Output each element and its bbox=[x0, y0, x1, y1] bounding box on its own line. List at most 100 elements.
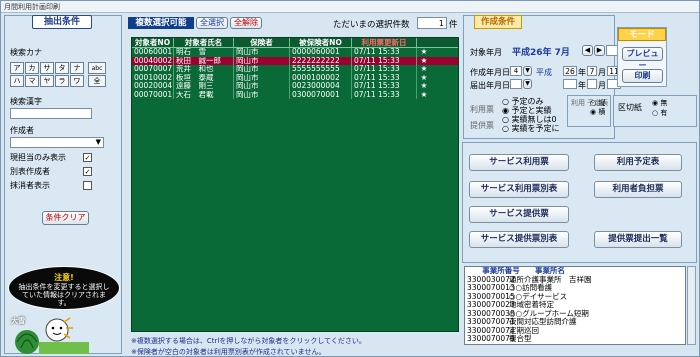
kanji-input[interactable] bbox=[10, 108, 92, 119]
col-insurer[interactable]: 保険者 bbox=[234, 38, 290, 47]
cell-updated: 07/11 15:33 bbox=[352, 82, 417, 91]
provider-list-body: 3300030072 通所介護事業所 吉祥園 3300070013 ○○訪問看護 330… bbox=[465, 275, 685, 344]
cell-insurer: 岡山市 bbox=[234, 82, 290, 91]
recipient-table[interactable]: 対象者NO 対象者氏名 保険者 被保険者NO 利用票更新日 00060001 明石… bbox=[131, 37, 459, 332]
show-deleted-checkbox[interactable] bbox=[83, 181, 92, 190]
cell-id: 00040002 bbox=[134, 56, 174, 65]
filed-date-label: 届出年月日 bbox=[470, 81, 510, 90]
chevron-down-icon: ▼ bbox=[525, 80, 530, 87]
mode-title: モード bbox=[618, 28, 666, 41]
creator-select[interactable]: ▼ bbox=[10, 137, 104, 148]
created-month[interactable]: 7 bbox=[587, 66, 597, 76]
kana-button-sa[interactable]: サ bbox=[40, 62, 54, 74]
table-row[interactable]: 00040002 秋田 誠一郎 岡山市 2222222222 07/11 15:33 ★ bbox=[132, 56, 458, 65]
provider-list[interactable]: 事業所番号 事業所名 3300030072 通所介護事業所 吉祥園 33000700… bbox=[464, 266, 686, 345]
provision-form-button[interactable]: サービス提供票 bbox=[469, 206, 569, 223]
show-deleted-label: 抹消者表示 bbox=[10, 181, 50, 190]
era-dropdown[interactable]: ▼ bbox=[523, 66, 532, 76]
cell-name: 明石 雪 bbox=[174, 48, 234, 57]
cell-updated: 07/11 15:33 bbox=[352, 48, 417, 57]
table-row[interactable]: 00070007 荒井 和也 岡山市 5555555555 07/11 15:33 ★ bbox=[132, 65, 458, 74]
arrow-left-icon: ◀ bbox=[584, 46, 591, 54]
current-only-checkbox[interactable]: ✓ bbox=[83, 153, 92, 162]
option-actual-to-plan[interactable]: ○ 実績を予定に bbox=[502, 123, 560, 134]
separator-yes[interactable]: ○ 有 bbox=[652, 108, 667, 118]
provision-list-button[interactable]: 提供票提出一覧 bbox=[594, 231, 682, 248]
provision-annex-button[interactable]: サービス提供票別表 bbox=[469, 231, 569, 248]
target-month-value: 平成26年 7月 bbox=[512, 48, 570, 58]
separator-none[interactable]: ◉ 無 bbox=[652, 98, 667, 108]
cell-insured-no: 0300070001 bbox=[290, 90, 352, 99]
provider-list-scrollbar[interactable] bbox=[687, 266, 696, 345]
table-row[interactable]: 00010002 板垣 泰蔵 岡山市 0000100002 07/11 15:33 ★ bbox=[132, 73, 458, 82]
kana-button-wa[interactable]: ワ bbox=[70, 75, 84, 87]
usage-form-button[interactable]: サービス利用票 bbox=[469, 154, 569, 171]
window-title: 月間利用計画印刷 bbox=[1, 1, 699, 13]
kana-button-ka[interactable]: カ bbox=[25, 62, 39, 74]
preview-button[interactable]: プレビュー bbox=[622, 47, 663, 70]
filed-era-dropdown[interactable]: ▼ bbox=[523, 79, 532, 89]
report-buttons-panel: サービス利用票 利用予定表 サービス利用票別表 利用者負担票 サービス提供票 サ… bbox=[462, 142, 697, 263]
filed-era-select[interactable] bbox=[510, 79, 522, 89]
star-icon: ★ bbox=[420, 48, 428, 56]
cell-insured-no: 2222222222 bbox=[290, 56, 352, 65]
table-body: 00060001 明石 雪岡山市 0000060001 07/11 15:33 ★ 000… bbox=[132, 48, 458, 99]
col-updated[interactable]: 利用票更新日 bbox=[352, 38, 417, 47]
hint-line-1: ※複数選択する場合は、Ctrlを押しながら対象者をクリックしてください。 bbox=[131, 337, 366, 345]
cell-id: 00020004 bbox=[134, 82, 174, 91]
filed-month[interactable] bbox=[587, 79, 597, 89]
kana-button-ha[interactable]: ハ bbox=[10, 75, 24, 87]
kana-button-ya[interactable]: ヤ bbox=[40, 75, 54, 87]
col-id[interactable]: 対象者NO bbox=[132, 38, 174, 47]
provider-row[interactable]: 3300070079 複合型 bbox=[465, 334, 685, 344]
table-row[interactable]: 00070001 大石 君載 岡山市 0300070001 07/11 15:33 ★ bbox=[132, 90, 458, 99]
cell-insurer: 岡山市 bbox=[234, 65, 290, 74]
cell-name: 荒井 和也 bbox=[174, 65, 234, 74]
star-icon: ★ bbox=[420, 73, 428, 82]
kana-button-a[interactable]: ア bbox=[10, 62, 24, 74]
deselect-all-button[interactable]: 全解除 bbox=[230, 17, 262, 29]
col-name[interactable]: 対象者氏名 bbox=[174, 38, 234, 47]
filed-year-unit: 年 bbox=[578, 81, 586, 90]
created-year[interactable]: 26 bbox=[563, 66, 577, 76]
chevron-down-icon: ▼ bbox=[95, 138, 101, 146]
selected-count-value: 1 bbox=[417, 17, 447, 29]
cell-insurer: 岡山市 bbox=[234, 48, 290, 57]
cell-insurer: 岡山市 bbox=[234, 90, 290, 99]
table-row[interactable]: 00020004 遠藤 剛三 岡山市 0023000004 07/11 15:33 ★ bbox=[132, 82, 458, 91]
orientation-horizontal[interactable]: ◉ 横 bbox=[590, 107, 605, 117]
usage-form-annex-button[interactable]: サービス利用票別表 bbox=[469, 181, 569, 198]
col-insured-no[interactable]: 被保険者NO bbox=[290, 38, 352, 47]
notice-bubble: 注意! 抽出条件を変更すると選択していた情報はクリアされます。 bbox=[8, 266, 120, 310]
kana-button-ma[interactable]: マ bbox=[25, 75, 39, 87]
prev-month-button[interactable]: ◀ bbox=[582, 45, 593, 56]
kana-button-na[interactable]: ナ bbox=[70, 62, 84, 74]
filed-month-unit: 月 bbox=[598, 81, 606, 90]
kanji-label: 検索漢字 bbox=[10, 97, 42, 106]
cell-updated: 07/11 15:33 bbox=[352, 73, 417, 82]
star-icon: ★ bbox=[420, 65, 428, 73]
kana-button-ta[interactable]: タ bbox=[55, 62, 69, 74]
kana-button-abc[interactable]: abc bbox=[88, 62, 106, 74]
usage-plan-button[interactable]: 利用予定表 bbox=[594, 154, 682, 171]
separate-creator-checkbox[interactable]: ✓ bbox=[83, 167, 92, 176]
kana-button-ra[interactable]: ラ bbox=[55, 75, 69, 87]
user-burden-button[interactable]: 利用者負担票 bbox=[594, 181, 682, 198]
filed-year[interactable] bbox=[563, 79, 577, 89]
print-button[interactable]: 印刷 bbox=[622, 69, 663, 83]
next-month-button[interactable]: ▶ bbox=[594, 45, 605, 56]
select-all-button[interactable]: 全選択 bbox=[196, 17, 228, 29]
cell-insurer: 岡山市 bbox=[234, 56, 290, 65]
table-header: 対象者NO 対象者氏名 保険者 被保険者NO 利用票更新日 bbox=[132, 38, 458, 48]
multi-select-badge: 複数選択可能 bbox=[128, 17, 194, 29]
cell-insured-no: 0023000004 bbox=[290, 82, 352, 91]
cell-name: 板垣 泰蔵 bbox=[174, 73, 234, 82]
clear-conditions-button[interactable]: 条件クリア bbox=[42, 211, 89, 225]
cell-id: 00070007 bbox=[134, 65, 174, 74]
table-row[interactable]: 00060001 明石 雪岡山市 0000060001 07/11 15:33 ★ bbox=[132, 48, 458, 57]
usage-plan-group: 利用 予定表 ○ 縦 ◉ 横 bbox=[567, 95, 611, 127]
month-unit: 月 bbox=[598, 68, 606, 77]
era-select[interactable]: 4 bbox=[510, 66, 522, 76]
kana-button-all[interactable]: 全 bbox=[88, 75, 106, 87]
cell-id: 00060001 bbox=[134, 48, 174, 57]
